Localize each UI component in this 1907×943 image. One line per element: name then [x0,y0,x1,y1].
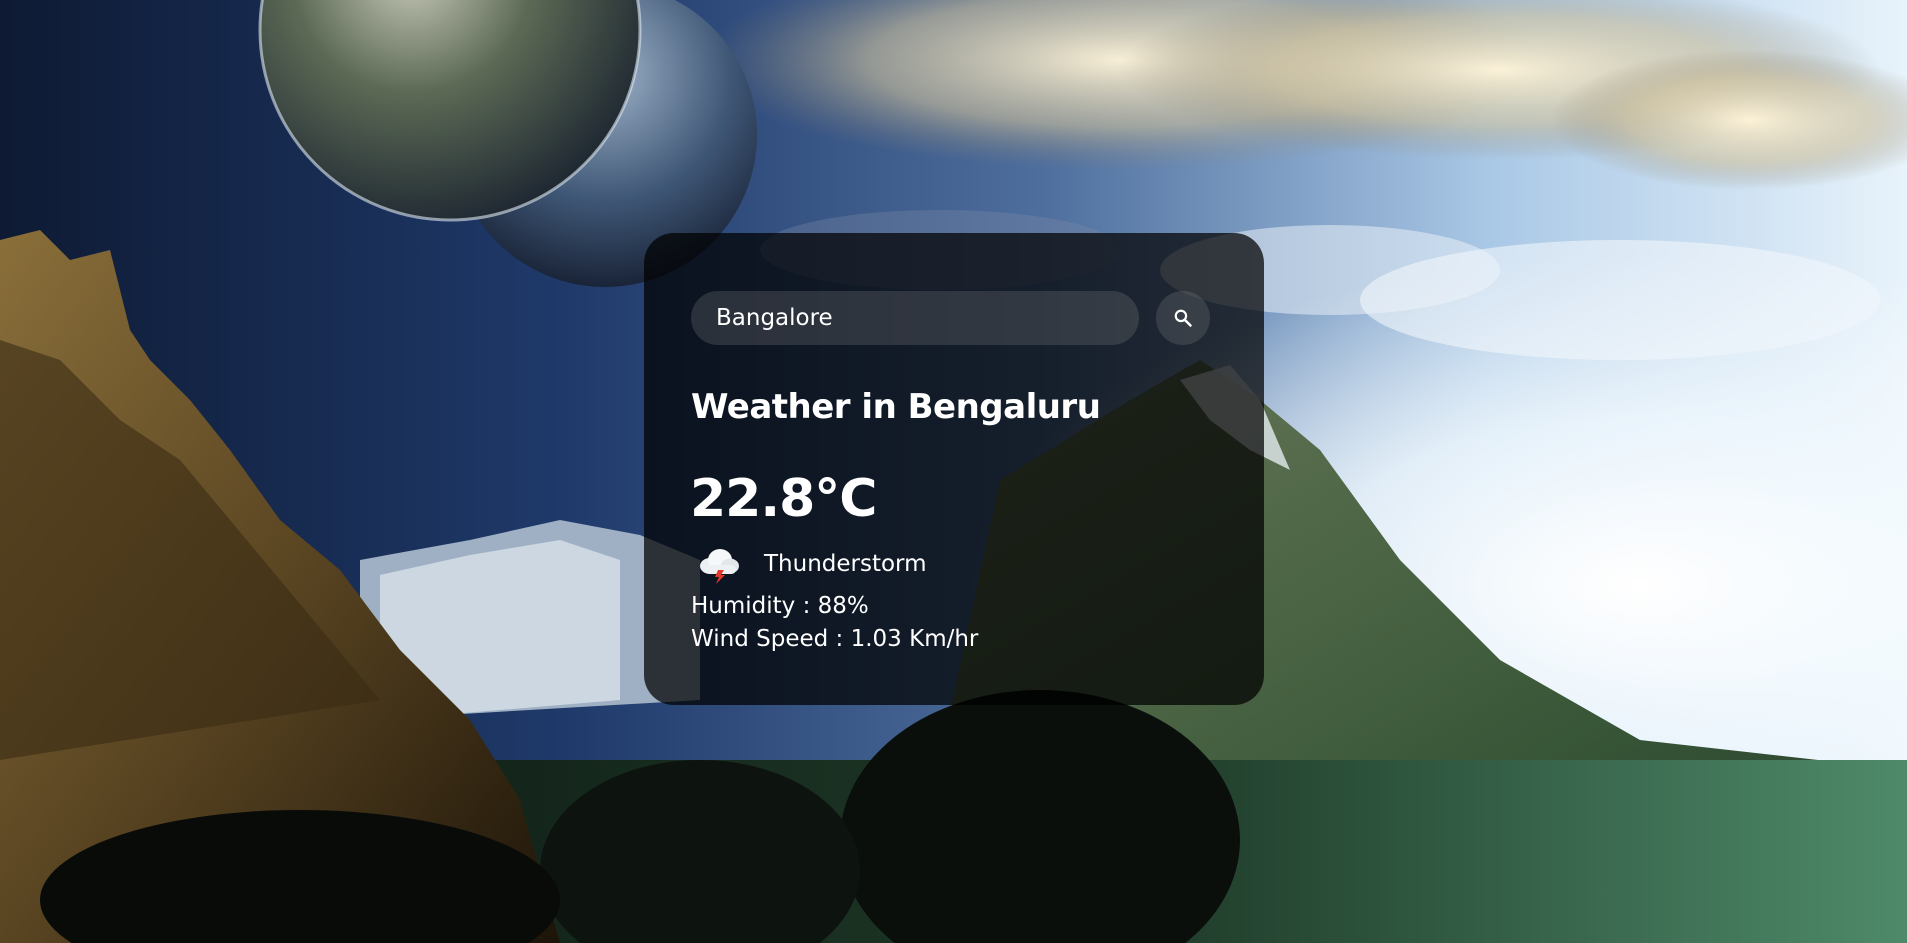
city-title: Weather in Bengaluru [691,387,1101,427]
weather-card: Weather in Bengaluru 22.8°C Thunderstorm… [644,233,1264,705]
search-button[interactable] [1156,291,1210,345]
wind-speed-text: Wind Speed : 1.03 Km/hr [691,626,979,652]
search-input[interactable] [691,291,1139,345]
weather-description: Thunderstorm [764,551,927,577]
search-bar [691,291,1211,345]
humidity-text: Humidity : 88% [691,593,869,619]
thunderstorm-cloud-icon [696,544,742,584]
temperature-value: 22.8°C [690,469,877,529]
search-icon [1174,309,1192,327]
weather-condition: Thunderstorm [696,539,927,589]
